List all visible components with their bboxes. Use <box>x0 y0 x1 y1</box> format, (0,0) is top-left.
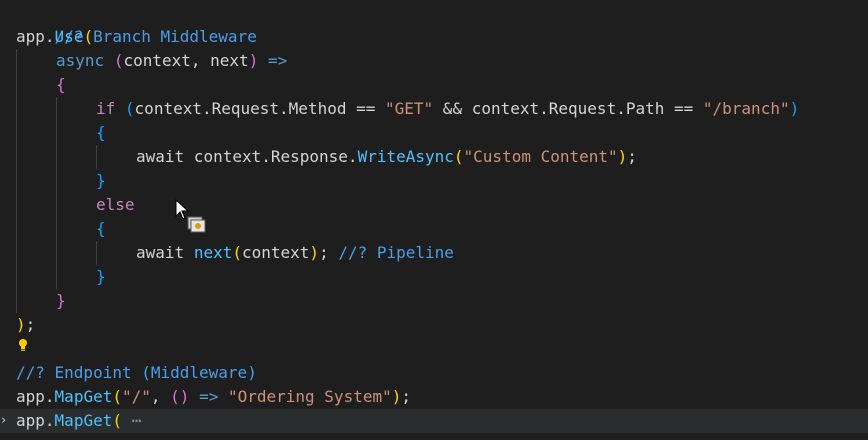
condition: context.Request.Method == <box>134 99 385 118</box>
semicolon: ; <box>319 243 329 262</box>
code-editor[interactable]: //? Branch Middleware app.Use( async (co… <box>0 0 868 440</box>
comment: //? Pipeline <box>338 243 454 262</box>
chevron-right-icon[interactable]: › <box>1 409 6 433</box>
string-literal: "Custom Content" <box>463 147 618 166</box>
open-brace: { <box>96 219 106 238</box>
indent-guide <box>96 145 97 169</box>
keyword: async <box>56 51 105 70</box>
argument: context <box>241 243 310 262</box>
open-paren: ( <box>112 387 122 406</box>
string-literal: "/branch" <box>702 99 790 118</box>
close-paren: ) <box>789 99 800 118</box>
semicolon: ; <box>627 147 637 166</box>
open-paren: ( <box>124 99 135 118</box>
copy-cursor-icon <box>175 198 206 233</box>
open-paren: ( <box>113 51 124 70</box>
comma: , <box>150 387 171 406</box>
code-line-16[interactable]: //? Endpoint (Middleware) <box>16 361 257 385</box>
folded-ellipsis[interactable]: ⋯ <box>132 411 142 430</box>
code-line-8[interactable]: } <box>96 169 106 193</box>
close-paren: ) <box>16 315 26 334</box>
open-paren: ( <box>453 147 464 166</box>
open-paren: ( <box>170 387 180 406</box>
indent-guide <box>96 241 97 265</box>
method-name: WriteAsync <box>357 147 454 166</box>
close-brace: } <box>96 267 106 286</box>
open-brace: { <box>56 75 66 94</box>
code-line-10[interactable]: { <box>96 217 106 241</box>
code-line-3[interactable]: async (context, next) => <box>56 49 287 73</box>
code-line-17[interactable]: app.MapGet("/", () => "Ordering System")… <box>16 385 411 409</box>
semicolon: ; <box>25 315 36 334</box>
close-brace: } <box>56 291 66 310</box>
params: context, next <box>123 51 249 70</box>
code-line-12[interactable]: } <box>96 265 106 289</box>
code-line-6[interactable]: { <box>96 121 106 145</box>
close-paren: ) <box>617 147 628 166</box>
code-line-1[interactable]: //? Branch Middleware <box>16 1 257 46</box>
identifier: app <box>16 27 45 46</box>
code-line-5[interactable]: if (context.Request.Method == "GET" && c… <box>96 97 799 121</box>
code-line-7[interactable]: await context.Response.WriteAsync("Custo… <box>136 145 637 169</box>
method-name: MapGet <box>54 387 113 406</box>
indent-guide <box>16 49 17 313</box>
dot: . <box>44 27 55 46</box>
dot: . <box>44 387 55 406</box>
open-brace: { <box>96 123 106 142</box>
keyword: await <box>136 243 185 262</box>
code-line-4[interactable]: { <box>56 73 66 97</box>
close-paren: ) <box>248 51 259 70</box>
arrow-operator: => <box>258 51 288 70</box>
close-paren: ) <box>309 243 320 262</box>
keyword: if <box>96 99 116 118</box>
method-name: Use <box>54 27 84 46</box>
member-access: context.Response. <box>184 147 358 166</box>
comment: //? Endpoint (Middleware) <box>16 363 257 382</box>
open-paren: ( <box>83 27 94 46</box>
code-line-14[interactable]: ); <box>16 313 35 337</box>
keyword: else <box>96 195 135 214</box>
close-paren: ) <box>391 387 402 406</box>
arrow-operator: => <box>189 387 228 406</box>
method-name: MapGet <box>54 411 113 430</box>
code-line-9[interactable]: else <box>96 193 135 217</box>
string-literal: "Ordering System" <box>227 387 392 406</box>
open-paren: ( <box>112 411 122 430</box>
string-literal: "/" <box>121 387 151 406</box>
keyword: await <box>136 147 185 166</box>
code-line-2[interactable]: app.Use( <box>16 25 93 49</box>
code-line-18[interactable]: app.MapGet( ⋯ <box>16 409 141 433</box>
code-line-13[interactable]: } <box>56 289 66 313</box>
indent-guide <box>56 97 57 289</box>
function-name: next <box>193 243 233 262</box>
identifier: app <box>16 411 45 430</box>
condition: && context.Request.Path == <box>433 99 703 118</box>
semicolon: ; <box>401 387 412 406</box>
string-literal: "GET" <box>385 99 434 118</box>
code-line-11[interactable]: await next(context); //? Pipeline <box>136 241 454 265</box>
dot: . <box>44 411 55 430</box>
close-brace: } <box>96 171 106 190</box>
close-paren: ) <box>179 387 190 406</box>
lightbulb-icon[interactable] <box>18 338 28 352</box>
identifier: app <box>16 387 45 406</box>
open-paren: ( <box>232 243 242 262</box>
